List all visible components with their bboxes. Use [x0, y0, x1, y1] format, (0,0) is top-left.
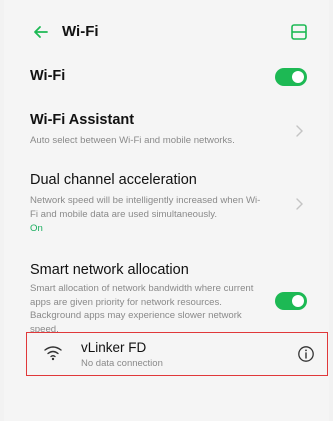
- wifi-toggle[interactable]: [275, 68, 307, 86]
- smart-allocation-toggle[interactable]: [275, 292, 307, 310]
- header: Wi-Fi: [4, 18, 329, 46]
- chevron-right-icon: [296, 198, 303, 210]
- network-name: vLinker FD: [81, 340, 147, 355]
- dual-channel-description: Network speed will be intelligently incr…: [30, 195, 261, 220]
- qr-scan-icon[interactable]: [289, 22, 309, 42]
- arrow-left-icon[interactable]: [31, 22, 51, 42]
- connected-network-item[interactable]: vLinker FD No data connection: [26, 332, 328, 376]
- wifi-toggle-row[interactable]: Wi-Fi: [4, 62, 329, 90]
- wifi-label: Wi-Fi: [30, 68, 66, 84]
- chevron-right-icon: [296, 125, 303, 137]
- wifi-signal-icon: [44, 346, 62, 361]
- toggle-knob: [292, 295, 304, 307]
- smart-allocation-description: Smart allocation of network bandwidth wh…: [30, 283, 254, 335]
- wifi-assistant-row[interactable]: Wi-Fi Assistant Auto select between Wi-F…: [4, 112, 329, 152]
- smart-allocation-title: Smart network allocation: [30, 262, 189, 278]
- wifi-settings-screen: Wi-Fi Wi-Fi Wi-Fi Assistant Auto select …: [4, 0, 329, 421]
- smart-allocation-row[interactable]: Smart network allocation Smart allocatio…: [4, 262, 329, 335]
- dual-channel-status: On: [30, 223, 43, 234]
- network-status: No data connection: [81, 358, 163, 369]
- wifi-assistant-description: Auto select between Wi-Fi and mobile net…: [30, 135, 235, 146]
- toggle-knob: [292, 71, 304, 83]
- dual-channel-row[interactable]: Dual channel acceleration Network speed …: [4, 172, 329, 242]
- dual-channel-title: Dual channel acceleration: [30, 172, 197, 188]
- wifi-assistant-title: Wi-Fi Assistant: [30, 112, 135, 128]
- info-icon[interactable]: [297, 345, 315, 363]
- page-title: Wi-Fi: [62, 23, 99, 40]
